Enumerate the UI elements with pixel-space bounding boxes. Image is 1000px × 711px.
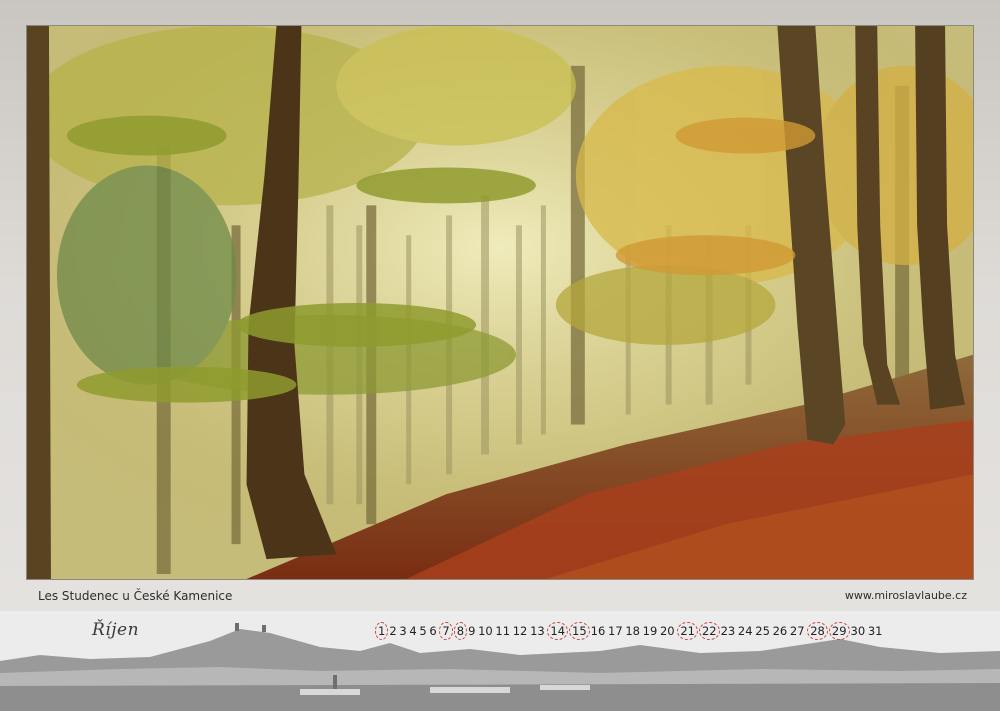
calendar-day: 9 [468,624,476,638]
website-link[interactable]: www.miroslavlaube.cz [845,589,967,602]
calendar-day: 19 [642,624,658,638]
calendar-day-marked: 29 [828,622,850,640]
calendar-day: 16 [590,624,606,638]
calendar-day: 3 [399,624,407,638]
calendar-day: 23 [720,624,736,638]
calendar-day: 20 [659,624,675,638]
calendar-day-marked: 1 [375,622,389,640]
forest-photo [26,25,974,580]
photo-caption: Les Studenec u České Kamenice [38,589,233,603]
month-name: Říjen [92,620,140,640]
calendar-day-marked: 7 [439,622,453,640]
calendar-day: 4 [409,624,417,638]
calendar-day: 6 [429,624,437,638]
calendar-day-marked: 22 [698,622,720,640]
calendar-day: 18 [625,624,640,638]
calendar-day: 13 [530,624,545,638]
calendar-days: 1 2 3 4 5 6 7 8 9 10 11 12 13 14 15 16 17 18 19 20 21 22 23 24 2… [375,622,885,640]
calendar-day: 5 [419,624,427,638]
calendar-day-marked: 28 [807,622,828,640]
calendar-day: 10 [478,624,493,638]
calendar-day: 11 [495,624,511,638]
calendar-day-marked: 15 [569,622,590,640]
calendar-day: 27 [789,624,805,638]
calendar-day: 30 [850,624,866,638]
calendar-day: 31 [867,624,883,638]
calendar-day: 24 [737,624,753,638]
calendar-day: 17 [608,624,623,638]
calendar-day-marked: 14 [547,622,569,640]
forest-illustration [27,26,973,579]
calendar-day: 26 [772,624,788,638]
calendar-day-marked: 21 [677,622,698,640]
calendar-day: 2 [389,624,397,638]
calendar-day: 25 [755,624,770,638]
calendar-day: 12 [512,624,528,638]
calendar-day-marked: 8 [453,622,468,640]
